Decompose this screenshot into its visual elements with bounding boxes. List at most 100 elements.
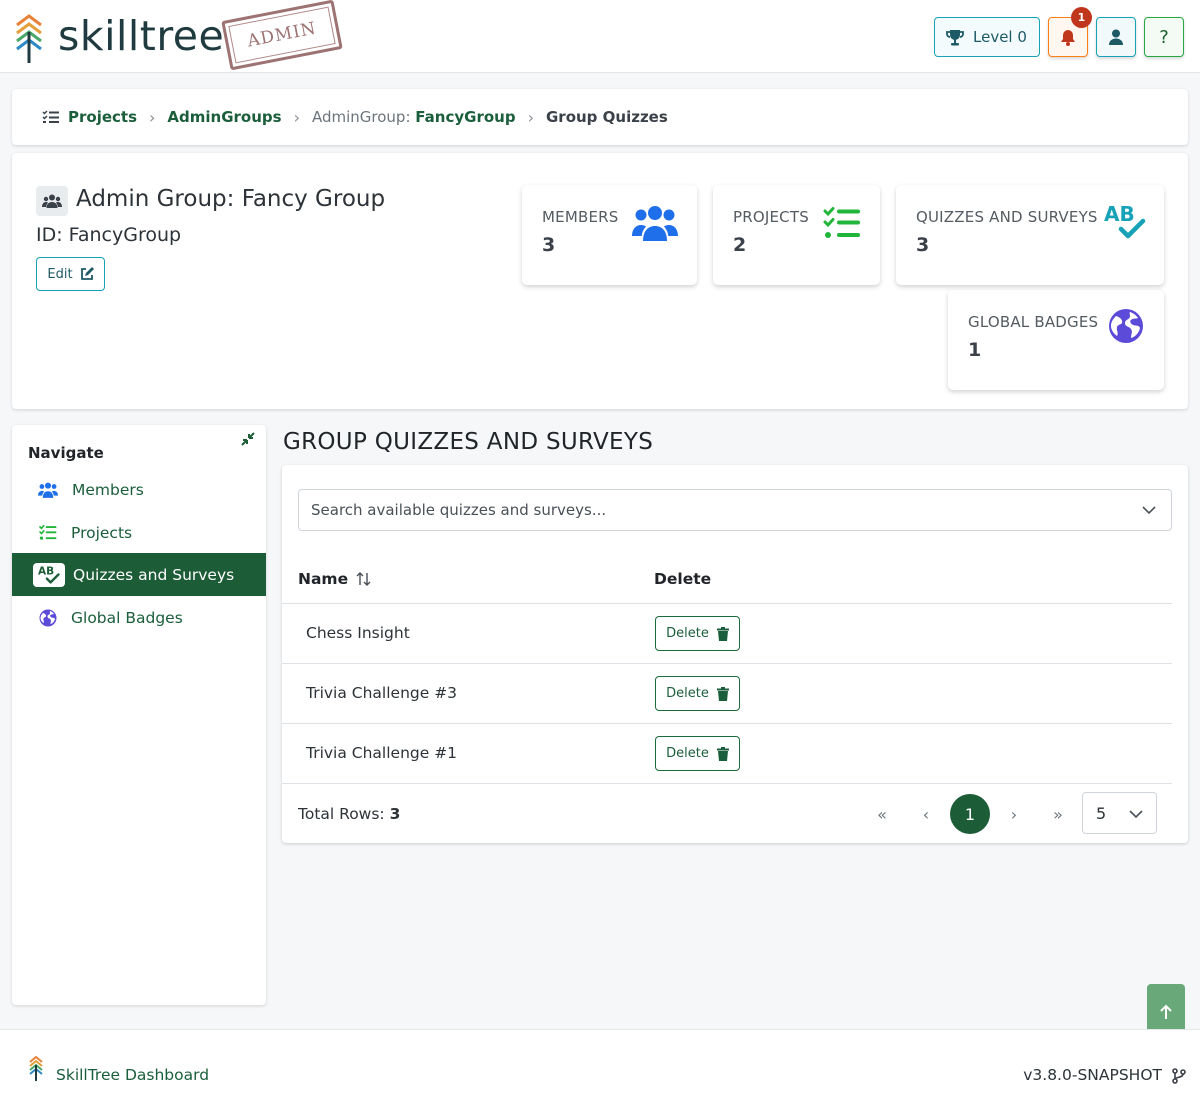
prev-page-button[interactable]: ‹ — [906, 794, 946, 834]
sidebar-item-label: Quizzes and Surveys — [73, 565, 235, 584]
members-stat-value: 3 — [542, 234, 556, 256]
list-check-icon — [39, 525, 57, 540]
brand-name[interactable]: skilltree — [58, 12, 224, 60]
delete-button[interactable]: Delete — [655, 616, 740, 651]
compress-icon[interactable] — [240, 431, 256, 447]
edit-group-button[interactable]: Edit — [36, 257, 105, 291]
sidebar-navigation: Navigate Members Projects AB Quizzes and… — [12, 425, 266, 1005]
edit-icon — [80, 267, 94, 280]
quizzes-stat-label: QUIZZES AND SURVEYS — [916, 208, 1098, 226]
members-stat-card: MEMBERS 3 — [522, 185, 697, 285]
admin-stamp: ADMIN — [221, 0, 343, 71]
code-branch-icon[interactable] — [1172, 1068, 1186, 1084]
breadcrumb-admin-group-link[interactable]: AdminGroup: FancyGroup — [312, 108, 516, 126]
delete-label: Delete — [666, 626, 709, 641]
per-page-select[interactable]: 5 — [1082, 792, 1157, 834]
quiz-search-select[interactable]: Search available quizzes and surveys... — [298, 489, 1172, 531]
svg-text:AB: AB — [38, 565, 54, 577]
globe-icon — [1109, 309, 1143, 343]
quiz-name[interactable]: Trivia Challenge #3 — [306, 684, 457, 702]
users-icon — [36, 186, 68, 216]
table-row: Trivia Challenge #3 Delete — [282, 663, 1172, 723]
skilltree-logo-icon[interactable] — [14, 14, 44, 64]
delete-label: Delete — [666, 746, 709, 761]
svg-text:AB: AB — [1104, 203, 1135, 226]
table-row: Trivia Challenge #1 Delete — [282, 723, 1172, 783]
projects-stat-card: PROJECTS 2 — [713, 185, 880, 285]
page-1-button[interactable]: 1 — [950, 794, 990, 834]
column-header-name[interactable]: Name — [298, 570, 372, 588]
user-icon — [1109, 29, 1123, 45]
breadcrumb-projects-link[interactable]: Projects — [68, 108, 137, 126]
sidebar-item-projects[interactable]: Projects — [12, 511, 266, 554]
chevron-right-icon: › — [149, 107, 156, 127]
column-header-delete: Delete — [654, 570, 712, 588]
sidebar-title: Navigate — [28, 444, 104, 462]
list-check-icon — [823, 207, 860, 238]
sidebar-item-label: Global Badges — [71, 608, 183, 627]
total-rows-label: Total Rows: — [298, 805, 385, 823]
spell-check-icon: AB — [33, 562, 65, 587]
edit-label: Edit — [47, 266, 73, 282]
sidebar-item-members[interactable]: Members — [12, 468, 266, 511]
sort-icon — [356, 572, 371, 586]
chevron-down-icon — [1142, 506, 1156, 515]
trash-icon — [716, 626, 729, 641]
help-button[interactable]: ? — [1144, 17, 1184, 57]
global-badges-stat-card: GLOBAL BADGES 1 — [948, 290, 1164, 390]
users-icon — [38, 482, 58, 498]
sidebar-item-global-badges[interactable]: Global Badges — [12, 596, 266, 639]
delete-button[interactable]: Delete — [655, 676, 740, 711]
level-label: Level 0 — [973, 28, 1027, 46]
quizzes-stat-value: 3 — [916, 234, 930, 256]
delete-button[interactable]: Delete — [655, 736, 740, 771]
table-footer: Total Rows: 3 « ‹ 1 › » 5 — [282, 783, 1172, 843]
notification-count-badge: 1 — [1071, 7, 1092, 28]
chevron-right-icon: › — [527, 107, 534, 127]
quiz-name[interactable]: Chess Insight — [306, 624, 410, 642]
level-button[interactable]: Level 0 — [934, 17, 1040, 57]
total-rows: Total Rows: 3 — [298, 805, 400, 823]
group-title: Admin Group: Fancy Group — [76, 186, 386, 212]
projects-stat-value: 2 — [733, 234, 747, 256]
admin-stamp-text: ADMIN — [228, 6, 336, 64]
per-page-value: 5 — [1096, 803, 1107, 823]
global-badges-stat-value: 1 — [968, 339, 982, 361]
quizzes-table-card: Search available quizzes and surveys... … — [282, 465, 1188, 843]
breadcrumb-admin-groups-link[interactable]: AdminGroups — [167, 108, 281, 126]
trash-icon — [716, 746, 729, 761]
group-header-card: Admin Group: Fancy Group ID: FancyGroup … — [12, 153, 1188, 409]
quizzes-stat-card: QUIZZES AND SURVEYS 3 AB — [896, 185, 1164, 285]
chevron-right-icon: › — [293, 107, 300, 127]
user-menu-button[interactable] — [1096, 17, 1136, 57]
globe-icon — [39, 609, 57, 626]
members-stat-label: MEMBERS — [542, 208, 619, 226]
chevron-down-icon — [1129, 810, 1143, 819]
global-badges-stat-label: GLOBAL BADGES — [968, 313, 1099, 331]
next-page-button[interactable]: › — [994, 794, 1034, 834]
page-footer: SkillTree Dashboard v3.8.0-SNAPSHOT — [0, 1029, 1200, 1110]
search-placeholder: Search available quizzes and surveys... — [311, 501, 607, 519]
users-icon — [632, 206, 678, 241]
trophy-icon — [946, 29, 964, 45]
bell-icon — [1061, 29, 1075, 46]
total-rows-value: 3 — [389, 805, 401, 823]
top-navbar: skilltree ADMIN Level 0 1 ? — [0, 0, 1200, 73]
column-header-name-label: Name — [298, 570, 349, 588]
breadcrumb-admin-group-prefix: AdminGroup: — [311, 108, 411, 126]
version-label: v3.8.0-SNAPSHOT — [1023, 1066, 1162, 1084]
table-row: Chess Insight Delete — [282, 603, 1172, 663]
sidebar-item-quizzes[interactable]: AB Quizzes and Surveys — [12, 553, 266, 596]
group-id: ID: FancyGroup — [36, 224, 182, 246]
dashboard-footer-link[interactable]: SkillTree Dashboard — [56, 1066, 209, 1084]
quiz-name[interactable]: Trivia Challenge #1 — [306, 744, 457, 762]
arrow-up-icon — [1160, 1004, 1172, 1019]
breadcrumb-current: Group Quizzes — [545, 108, 668, 126]
spell-check-icon: AB — [1104, 203, 1146, 239]
sidebar-item-label: Projects — [71, 523, 133, 542]
breadcrumb: Projects › AdminGroups › AdminGroup: Fan… — [12, 89, 1188, 145]
first-page-button[interactable]: « — [862, 794, 902, 834]
delete-label: Delete — [666, 686, 709, 701]
trash-icon — [716, 686, 729, 701]
last-page-button[interactable]: » — [1038, 794, 1078, 834]
